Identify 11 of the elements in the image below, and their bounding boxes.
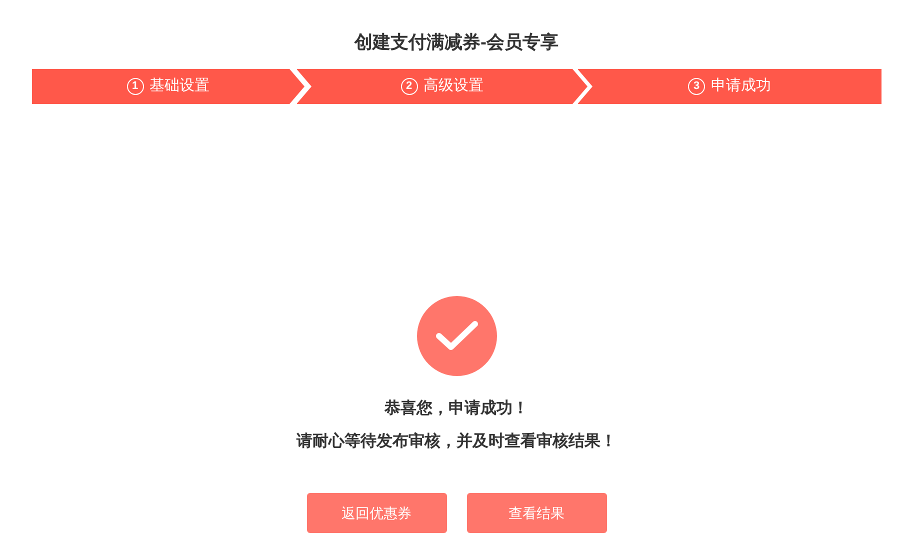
step-label: 高级设置 <box>424 76 484 96</box>
view-result-button[interactable]: 查看结果 <box>466 493 606 533</box>
success-message: 请耐心等待发布审核，并及时查看审核结果！ <box>296 431 616 452</box>
step-label: 申请成功 <box>711 76 771 96</box>
step-label: 基础设置 <box>150 76 210 96</box>
step-number: 1 <box>126 78 144 95</box>
step-number: 3 <box>688 78 705 95</box>
success-heading: 恭喜您，申请成功！ <box>384 398 528 419</box>
step-number: 2 <box>400 78 418 95</box>
back-button[interactable]: 返回优惠券 <box>306 493 446 533</box>
page-title: 创建支付满减券-会员专享 <box>354 31 558 54</box>
